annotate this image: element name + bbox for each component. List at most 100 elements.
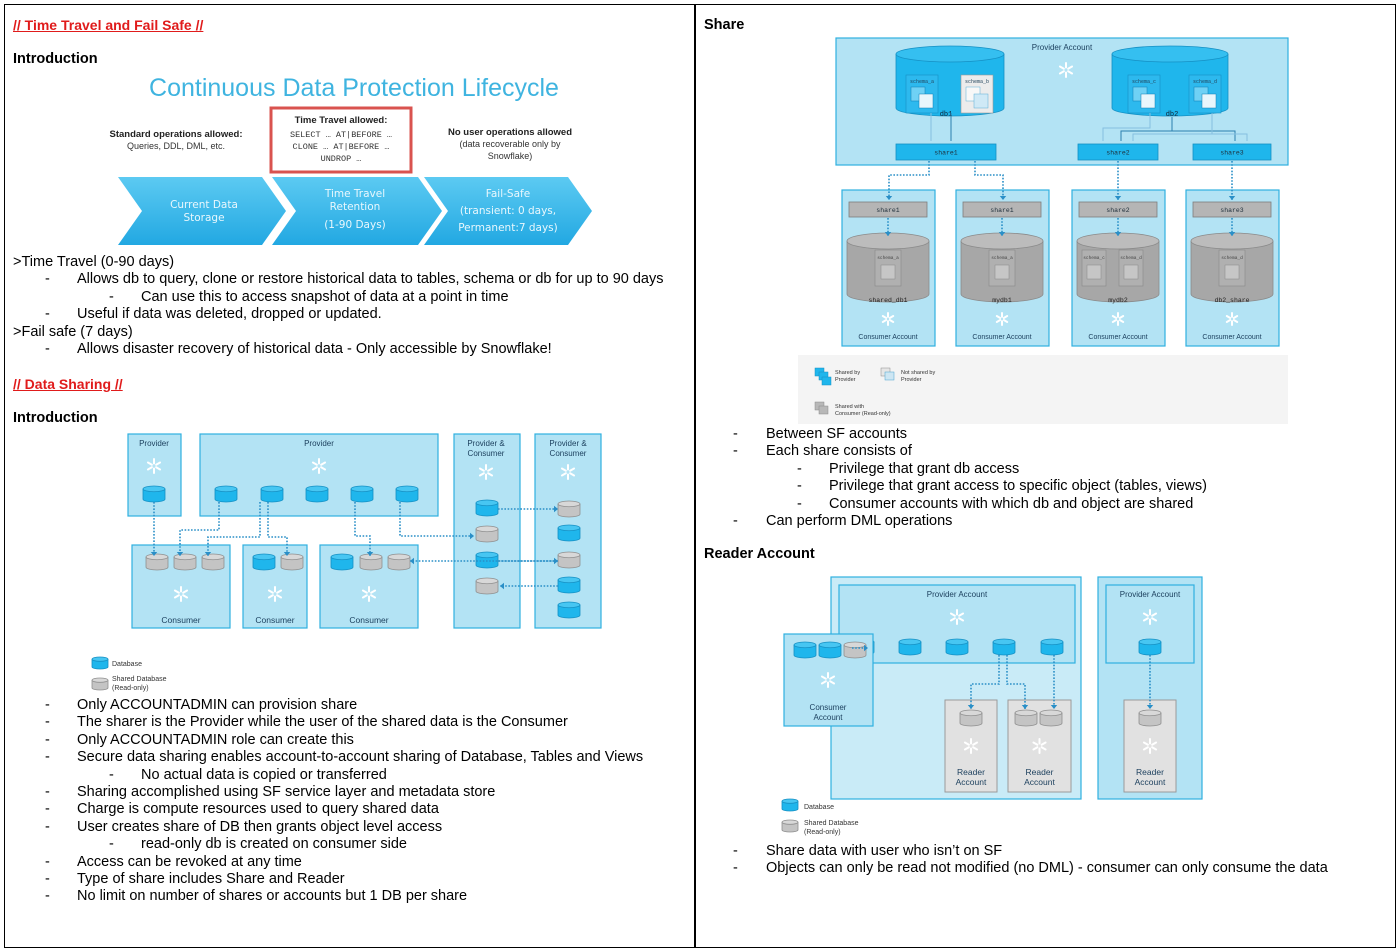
provider-label: Provider <box>139 439 169 448</box>
list-item-text: >Time Travel (0-90 days) <box>13 254 175 270</box>
bullet-dash: - <box>733 426 738 442</box>
list-item-text: Only ACCOUNTADMIN can provision share <box>77 697 358 713</box>
cylinder-top <box>992 638 1016 646</box>
cylinder-top <box>145 553 169 561</box>
cylinder-top <box>387 553 411 561</box>
legend-shared-database-icon <box>91 677 109 691</box>
cylinder-top <box>1138 638 1162 646</box>
legend-label: Shared by <box>835 370 860 376</box>
database-icon <box>557 551 581 569</box>
bullet-dash: - <box>109 288 114 305</box>
legend-shared-label: (Read-only) <box>804 829 841 836</box>
database-icon <box>557 576 581 594</box>
database-icon <box>330 553 354 571</box>
database-icon <box>843 641 867 659</box>
list-item-text: Each share consists of <box>766 443 912 460</box>
cylinder-top <box>1014 709 1038 717</box>
cylinder-top <box>305 485 329 493</box>
schema-label: schema_a <box>991 255 1013 261</box>
list-item-text: Sharing accomplished using SF service la… <box>77 784 496 800</box>
share-label: share2 <box>1106 207 1130 214</box>
section-title-time-travel: // Time Travel and Fail Safe // <box>13 17 204 33</box>
bullet-dash: - <box>797 478 802 495</box>
bullet-dash: - <box>45 801 50 818</box>
database-icon <box>252 553 276 571</box>
share-label: share3 <box>1220 150 1244 157</box>
list-item-text: Privilege that grant access to specific … <box>829 478 1207 495</box>
cylinder-top <box>475 499 499 507</box>
list-item-text: Charge is compute resources used to quer… <box>77 801 439 818</box>
cylinder-top <box>781 819 799 825</box>
consumer-label: Consumer <box>255 615 294 625</box>
reader-account-label: Account <box>956 777 987 787</box>
bullet-dash: - <box>45 888 50 905</box>
provider-consumer-label: Consumer <box>550 449 587 458</box>
bullet-dash: - <box>733 843 738 859</box>
schema-label: schema_d <box>1221 255 1243 261</box>
database-icon <box>475 577 499 595</box>
database-icon <box>260 485 284 503</box>
list-item-text: >Fail safe (7 days) <box>13 323 133 340</box>
bullet-dash: - <box>45 714 50 731</box>
consumer-db-label: shared_db1 <box>868 297 907 304</box>
legend-database-label: Database <box>112 661 142 668</box>
left-column: // Time Travel and Fail Safe // Introduc… <box>4 4 694 948</box>
bullet-dash: - <box>109 766 114 783</box>
list-item-text: Can perform DML operations <box>766 513 953 529</box>
list-item-text: No limit on number of shares or accounts… <box>77 888 468 905</box>
list-item-text: No actual data is copied or transferred <box>141 766 387 783</box>
database-icon <box>557 524 581 542</box>
cylinder-top <box>91 677 109 683</box>
list-item-text: Privilege that grant db access <box>829 460 1020 477</box>
table-icon <box>880 264 896 280</box>
bullet-dash: - <box>733 443 738 460</box>
cylinder-top <box>1039 709 1063 717</box>
bullet-dash: - <box>797 460 802 477</box>
provider-account-label: Provider Account <box>1120 590 1181 599</box>
database-icon <box>173 553 197 571</box>
share-label: share1 <box>990 207 1014 214</box>
table-icon <box>1224 264 1240 280</box>
arrow-label: (1-90 Days) <box>324 219 386 231</box>
bullet-dash: - <box>797 495 802 512</box>
provider-account-label: Provider Account <box>927 590 988 599</box>
consumer-account-label: Account <box>814 713 844 722</box>
database-icon <box>201 553 225 571</box>
right-column: Share Provider Account schema_a schema_b sc… <box>696 4 1396 948</box>
consumer-label: Consumer <box>349 615 388 625</box>
stack-square <box>821 376 832 386</box>
provider-label: Provider <box>304 439 334 448</box>
cylinder-top <box>959 709 983 717</box>
list-item-text: Allows disaster recovery of historical d… <box>77 341 552 357</box>
legend-database-label: Database <box>804 804 834 811</box>
cylinder-top <box>818 641 842 649</box>
legend-shared-database-icon <box>781 819 799 833</box>
list-item-text: Secure data sharing enables account-to-a… <box>77 749 644 766</box>
table-icon <box>973 93 989 109</box>
database-icon <box>359 553 383 571</box>
table-icon <box>1201 93 1217 109</box>
bullet-dash: - <box>733 513 738 529</box>
table-icon <box>918 93 934 109</box>
share-label: share2 <box>1106 150 1130 157</box>
share-heading: Share <box>704 17 745 33</box>
reader-account-label: Account <box>1135 777 1166 787</box>
legend-label: Provider <box>901 377 922 383</box>
bullet-dash: - <box>45 818 50 835</box>
list-item-text: Objects can only be read not modified (n… <box>766 860 1328 877</box>
database-top <box>1111 45 1229 63</box>
reader-account-label: Account <box>1024 777 1055 787</box>
data-sharing-diagram: Provider Provider Provider &ConsumerProvid… <box>91 433 602 692</box>
database-icon <box>475 499 499 517</box>
tt-box-title: Time Travel allowed: <box>295 115 388 126</box>
cylinder-top <box>260 485 284 493</box>
db-label: db1 <box>940 111 953 119</box>
list-item-text: Only ACCOUNTADMIN role can create this <box>77 731 354 748</box>
list-item-text: Allows db to query, clone or restore his… <box>77 271 664 288</box>
database-icon <box>145 553 169 571</box>
reader-account-label: Reader <box>957 767 985 777</box>
consumer-db-label: mydb1 <box>992 297 1012 304</box>
database-icon <box>1138 709 1162 727</box>
legend-label: Not shared by <box>901 370 935 376</box>
cylinder-top <box>1138 709 1162 717</box>
